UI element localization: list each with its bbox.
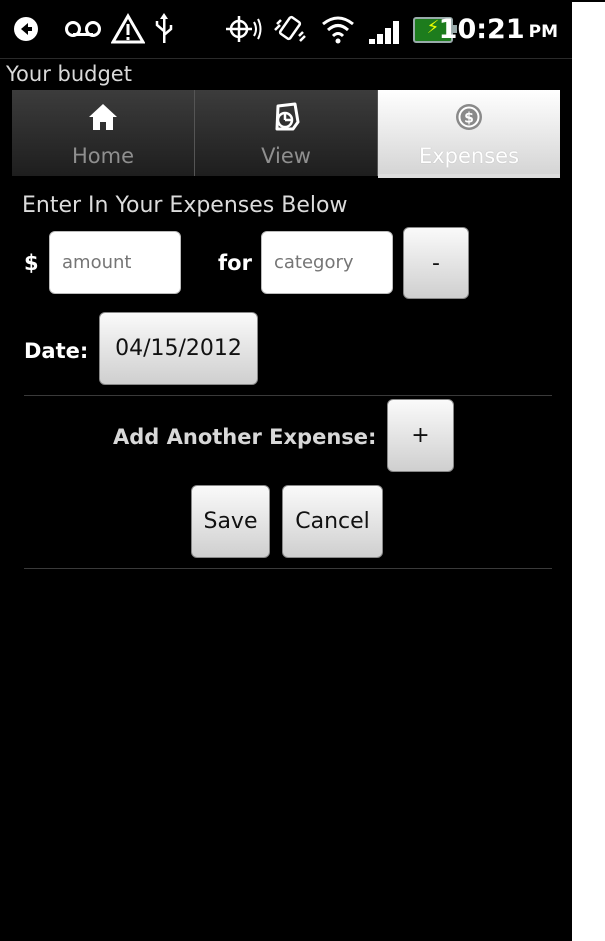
pie-chart-icon [271, 102, 301, 132]
form-prompt: Enter In Your Expenses Below [22, 193, 348, 218]
signal-icon [367, 18, 407, 44]
back-arrow-icon [10, 0, 42, 58]
clock-ampm: PM [528, 22, 558, 42]
vibrate-icon [270, 0, 310, 58]
save-button[interactable]: Save [191, 485, 270, 558]
tab-home[interactable]: Home [12, 90, 195, 176]
currency-label: $ [24, 251, 39, 275]
app-screen: ⚡ 10:21 PM Your budget Home View $ Expen… [0, 0, 572, 941]
app-title: Your budget [6, 62, 132, 86]
tab-bar: Home View $ Expenses [12, 90, 560, 176]
clock: 10:21 PM [439, 0, 558, 58]
tab-view-label: View [261, 144, 311, 168]
tab-view[interactable]: View [195, 90, 378, 176]
svg-text:$: $ [464, 111, 474, 127]
usb-icon [150, 0, 178, 58]
cancel-button[interactable]: Cancel [282, 485, 383, 558]
clock-time: 10:21 [438, 13, 525, 45]
home-icon [88, 102, 118, 132]
add-expense-button[interactable]: + [387, 399, 454, 472]
remove-expense-button[interactable]: - [403, 227, 469, 299]
divider [24, 568, 552, 569]
for-label: for [218, 251, 252, 275]
divider [24, 395, 552, 396]
category-input[interactable] [261, 231, 393, 294]
gps-icon [222, 0, 264, 58]
amount-input[interactable] [49, 231, 181, 294]
date-picker-button[interactable]: 04/15/2012 [99, 312, 258, 385]
tab-home-label: Home [71, 144, 134, 168]
edge-line [572, 0, 605, 2]
dollar-coin-icon: $ [454, 102, 484, 132]
wifi-icon [318, 0, 358, 58]
add-expense-label: Add Another Expense: [113, 425, 377, 449]
tab-expenses-label: Expenses [418, 144, 520, 168]
voicemail-icon [60, 0, 106, 58]
status-bar: ⚡ 10:21 PM [0, 0, 572, 59]
alert-icon [110, 0, 146, 58]
selected-tab-indicator [378, 174, 560, 178]
date-label: Date: [24, 339, 89, 363]
tab-expenses[interactable]: $ Expenses [378, 90, 560, 176]
